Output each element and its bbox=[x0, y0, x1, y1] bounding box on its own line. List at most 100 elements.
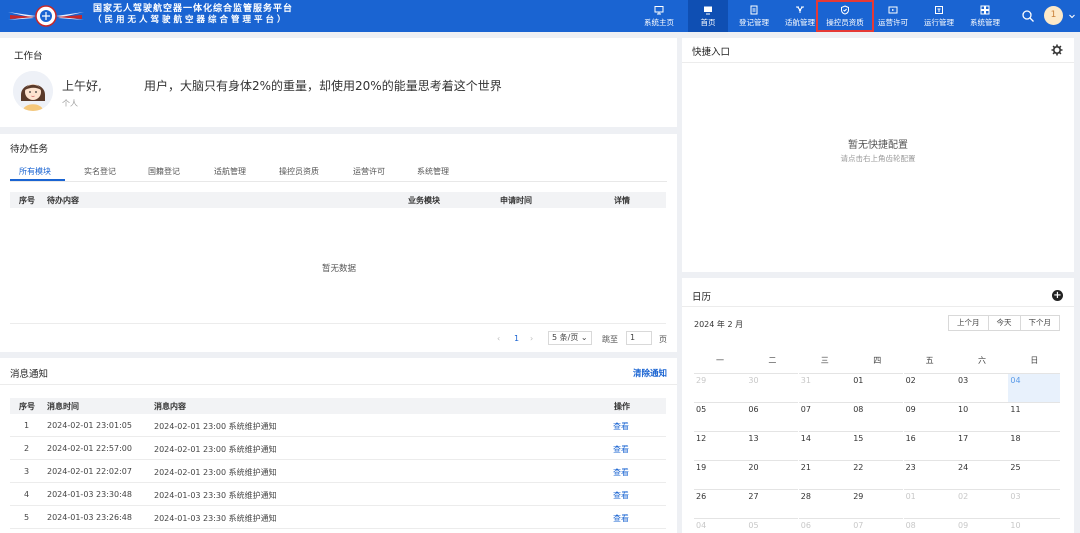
drone-icon bbox=[796, 6, 804, 13]
calendar-day-cell[interactable]: 29 bbox=[851, 489, 904, 518]
calendar-day-cell[interactable]: 28 bbox=[798, 489, 851, 518]
register-icon bbox=[750, 5, 758, 14]
tab-airworthiness[interactable]: 适航管理 bbox=[214, 166, 246, 177]
view-link[interactable]: 查看 bbox=[613, 421, 629, 432]
calendar-day-cell[interactable]: 18 bbox=[1008, 431, 1061, 460]
calendar-day-cell[interactable]: 17 bbox=[956, 431, 1008, 460]
weekday-header: 二 bbox=[768, 356, 777, 365]
calendar-day-cell[interactable]: 13 bbox=[746, 431, 799, 460]
jump-page-input[interactable]: 1 bbox=[626, 331, 652, 345]
calendar-day-cell[interactable]: 23 bbox=[903, 460, 956, 489]
calendar-day-cell[interactable]: 09 bbox=[903, 402, 956, 431]
next-page-icon[interactable]: › bbox=[530, 334, 533, 343]
calendar-day-cell[interactable]: 27 bbox=[746, 489, 799, 518]
notice-row: 1 2024-02-01 23:01:05 2024-02-01 23:00 系… bbox=[10, 414, 666, 437]
calendar-day-cell[interactable]: 25 bbox=[1008, 460, 1061, 489]
calendar-day-cell[interactable]: 19 bbox=[694, 460, 746, 489]
prev-month-button[interactable]: 上个月 bbox=[948, 315, 989, 331]
calendar-day-cell[interactable]: 06 bbox=[746, 402, 799, 431]
quick-entry-title: 快捷入口 bbox=[692, 47, 731, 58]
calendar-day-cell[interactable]: 02 bbox=[903, 373, 956, 402]
view-link[interactable]: 查看 bbox=[613, 513, 629, 524]
next-month-button[interactable]: 下个月 bbox=[1019, 315, 1060, 331]
weekday-header: 一 bbox=[716, 356, 724, 365]
view-link[interactable]: 查看 bbox=[613, 467, 629, 478]
calendar-day-cell[interactable]: 03 bbox=[956, 373, 1008, 402]
user-role: 个人 bbox=[62, 99, 78, 108]
chevron-down-icon[interactable] bbox=[1068, 12, 1076, 20]
calendar-day-cell[interactable]: 20 bbox=[746, 460, 799, 489]
user-avatar-large bbox=[13, 71, 53, 111]
nav-operator-qualification[interactable]: 操控员资质 bbox=[816, 0, 874, 32]
weekday-header: 六 bbox=[978, 356, 986, 365]
calendar-day-cell[interactable]: 09 bbox=[956, 518, 1008, 533]
nav-system-management[interactable]: 系统管理 bbox=[965, 0, 1005, 32]
tab-system-management[interactable]: 系统管理 bbox=[417, 166, 449, 177]
notice-row: 5 2024-01-03 23:26:48 2024-01-03 23:30 系… bbox=[10, 506, 666, 529]
nav-operation-permit[interactable]: 运营许可 bbox=[874, 0, 912, 32]
view-link[interactable]: 查看 bbox=[613, 490, 629, 501]
calendar-day-cell[interactable]: 31 bbox=[798, 373, 851, 402]
calendar-day-cell[interactable]: 21 bbox=[798, 460, 851, 489]
prev-page-icon[interactable]: ‹ bbox=[497, 334, 500, 343]
calendar-day-cell[interactable]: 05 bbox=[746, 518, 799, 533]
calendar-day-cell[interactable]: 04 bbox=[1008, 373, 1061, 402]
calendar-day-cell[interactable]: 06 bbox=[798, 518, 851, 533]
calendar-day-cell[interactable]: 30 bbox=[746, 373, 799, 402]
caac-logo bbox=[8, 5, 84, 27]
platform-subtitle: （民用无人驾驶航空器综合管理平台） bbox=[93, 15, 289, 25]
calendar-day-cell[interactable]: 03 bbox=[1008, 489, 1061, 518]
permit-icon bbox=[888, 6, 898, 13]
calendar-day-cell[interactable]: 10 bbox=[956, 402, 1008, 431]
tab-operation-permit[interactable]: 运营许可 bbox=[353, 166, 385, 177]
weekday-header: 日 bbox=[1030, 356, 1039, 365]
calendar-day-cell[interactable]: 04 bbox=[694, 518, 746, 533]
tab-operator-qualification[interactable]: 操控员资质 bbox=[279, 166, 319, 177]
tab-real-name-registration[interactable]: 实名登记 bbox=[84, 166, 116, 177]
search-icon[interactable] bbox=[1021, 9, 1035, 23]
calendar-day-cell[interactable]: 15 bbox=[851, 431, 904, 460]
calendar-day-cell[interactable]: 24 bbox=[956, 460, 1008, 489]
gear-icon[interactable] bbox=[1051, 44, 1063, 56]
notice-table-header: 序号 消息时间 消息内容 操作 bbox=[10, 398, 666, 414]
calendar-day-cell[interactable]: 16 bbox=[903, 431, 956, 460]
view-link[interactable]: 查看 bbox=[613, 444, 629, 455]
calendar-day-cell[interactable]: 22 bbox=[851, 460, 904, 489]
notice-row: 4 2024-01-03 23:30:48 2024-01-03 23:30 系… bbox=[10, 483, 666, 506]
weekday-header: 五 bbox=[925, 356, 934, 365]
clear-notifications-button[interactable]: 清除通知 bbox=[633, 367, 667, 379]
nav-registration[interactable]: 登记管理 bbox=[734, 0, 774, 32]
calendar-day-cell[interactable]: 01 bbox=[851, 373, 904, 402]
calendar-title: 日历 bbox=[692, 292, 712, 303]
calendar-day-cell[interactable]: 01 bbox=[903, 489, 956, 518]
user-avatar[interactable]: 1 bbox=[1044, 6, 1063, 25]
nav-system-home[interactable]: 系统主页 bbox=[640, 0, 678, 32]
calendar-day-cell[interactable]: 14 bbox=[798, 431, 851, 460]
calendar-day-cell[interactable]: 07 bbox=[798, 402, 851, 431]
calendar-day-cell[interactable]: 05 bbox=[694, 402, 746, 431]
todo-table-header: 序号 待办内容 业务模块 申请时间 详情 bbox=[10, 192, 666, 208]
calendar-day-cell[interactable]: 12 bbox=[694, 431, 746, 460]
calendar-day-cell[interactable]: 02 bbox=[956, 489, 1008, 518]
calendar-day-cell[interactable]: 08 bbox=[903, 518, 956, 533]
page-size-select[interactable]: 5 条/页 ⌄ bbox=[548, 331, 592, 345]
motto-text: 用户，大脑只有身体2%的重量，却使用20%的能量思考着这个世界 bbox=[144, 79, 502, 93]
calendar-day-cell[interactable]: 07 bbox=[851, 518, 904, 533]
today-button[interactable]: 今天 bbox=[987, 315, 1021, 331]
tab-nationality-registration[interactable]: 国籍登记 bbox=[148, 166, 180, 177]
calendar-day-cell[interactable]: 29 bbox=[694, 373, 746, 402]
calendar-day-cell[interactable]: 08 bbox=[851, 402, 904, 431]
shield-icon bbox=[841, 4, 849, 15]
calendar-day-cell[interactable]: 11 bbox=[1008, 402, 1061, 431]
ops-icon bbox=[935, 5, 943, 14]
add-event-icon[interactable]: + bbox=[1052, 290, 1063, 301]
current-page[interactable]: 1 bbox=[514, 334, 519, 343]
tab-all-modules[interactable]: 所有模块 bbox=[19, 166, 51, 177]
calendar-day-cell[interactable]: 26 bbox=[694, 489, 746, 518]
nav-operations[interactable]: 运行管理 bbox=[920, 0, 958, 32]
calendar-day-cell[interactable]: 10 bbox=[1008, 518, 1061, 533]
greeting-text: 上午好, bbox=[62, 79, 102, 93]
nav-airworthiness[interactable]: 适航管理 bbox=[780, 0, 820, 32]
platform-title: 国家无人驾驶航空器一体化综合监管服务平台 bbox=[93, 4, 294, 14]
nav-home[interactable]: 首页 bbox=[688, 0, 728, 32]
